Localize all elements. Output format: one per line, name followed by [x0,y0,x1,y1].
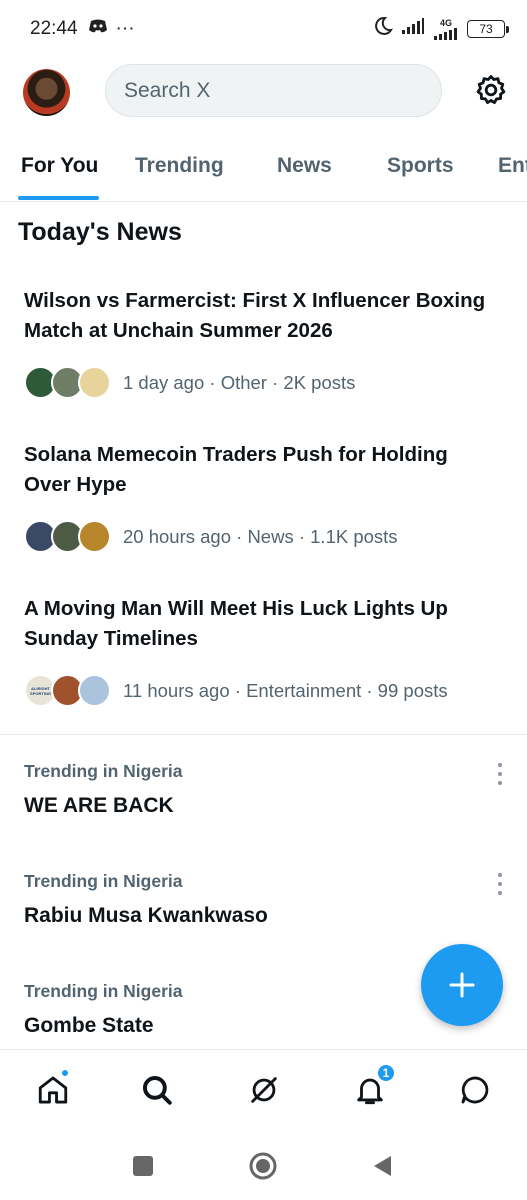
trend-item[interactable]: Trending in Nigeria WE ARE BACK [24,761,504,818]
signal-icon [401,17,425,41]
trend-label: Trending in Nigeria [24,761,183,781]
more-options-icon[interactable] [494,871,506,897]
search-placeholder: Search X [124,78,211,102]
tab-entertainment[interactable]: Ent [498,130,527,201]
battery-icon: 73 [467,20,509,38]
avatar [78,520,111,553]
news-meta: 1 day ago · Other · 2K posts [123,372,356,393]
home-system-button[interactable] [248,1151,278,1181]
back-triangle-icon [374,1156,391,1176]
avatar-stack [24,366,114,400]
back-button[interactable] [368,1151,398,1181]
section-title: Today's News [18,218,182,246]
status-time: 22:44 [30,18,78,39]
network-type: 4G [439,17,452,28]
status-bar: 22:44 ··· 4G 73 [0,0,527,58]
tab-sports[interactable]: Sports [387,130,454,201]
moon-icon [373,16,393,42]
trend-name: WE ARE BACK [24,794,174,817]
news-headline: Solana Memecoin Traders Push for Holding… [24,443,448,496]
recent-apps-button[interactable] [128,1151,158,1181]
plus-icon [449,972,475,998]
active-tab-indicator [18,196,99,200]
search-icon [142,1075,172,1105]
news-meta: 11 hours ago · Entertainment · 99 posts [123,680,448,701]
news-item[interactable]: A Moving Man Will Meet His Luck Lights U… [24,594,494,708]
square-icon [133,1156,153,1176]
avatar [78,366,111,399]
avatar-stack [24,520,114,554]
notification-count-badge: 1 [376,1063,396,1083]
signal-icon-2 [434,27,457,40]
trend-name: Gombe State [24,1014,154,1037]
grok-icon [251,1077,277,1103]
system-navigation-bar [0,1131,527,1200]
unread-dot [60,1068,70,1078]
nav-messages[interactable] [455,1070,495,1110]
news-headline: A Moving Man Will Meet His Luck Lights U… [24,597,448,650]
news-item[interactable]: Solana Memecoin Traders Push for Holding… [24,440,494,554]
tab-for-you[interactable]: For You [21,130,98,201]
news-item[interactable]: Wilson vs Farmercist: First X Influencer… [24,286,494,400]
nav-explore[interactable] [137,1070,177,1110]
news-headline: Wilson vs Farmercist: First X Influencer… [24,289,486,342]
avatar-stack: ALIRIGHT SPORTING [24,674,114,708]
section-divider [0,734,527,735]
nav-grok[interactable] [244,1070,284,1110]
chat-bubble-icon [461,1076,489,1104]
avatar [78,674,111,707]
profile-avatar[interactable] [23,69,70,116]
settings-gear-icon[interactable] [474,73,508,107]
top-bar: Search X [0,58,527,126]
explore-tabs: For You Trending News Sports Ent [0,130,527,202]
trend-label: Trending in Nigeria [24,871,183,891]
trend-name: Rabiu Musa Kwankwaso [24,904,268,927]
nav-notifications[interactable]: 1 [350,1063,396,1110]
circle-icon [249,1152,277,1180]
more-notifications-icon: ··· [115,18,135,39]
discord-icon [88,18,108,40]
home-icon [38,1076,68,1104]
bottom-navigation: 1 [0,1049,527,1131]
tab-news[interactable]: News [277,130,332,201]
nav-home[interactable] [33,1068,73,1110]
compose-post-button[interactable] [421,944,503,1026]
more-options-icon[interactable] [494,761,506,787]
search-input[interactable]: Search X [105,64,442,117]
tab-trending[interactable]: Trending [135,130,224,201]
trend-item[interactable]: Trending in Nigeria Rabiu Musa Kwankwaso [24,871,504,928]
news-meta: 20 hours ago · News · 1.1K posts [123,526,398,547]
